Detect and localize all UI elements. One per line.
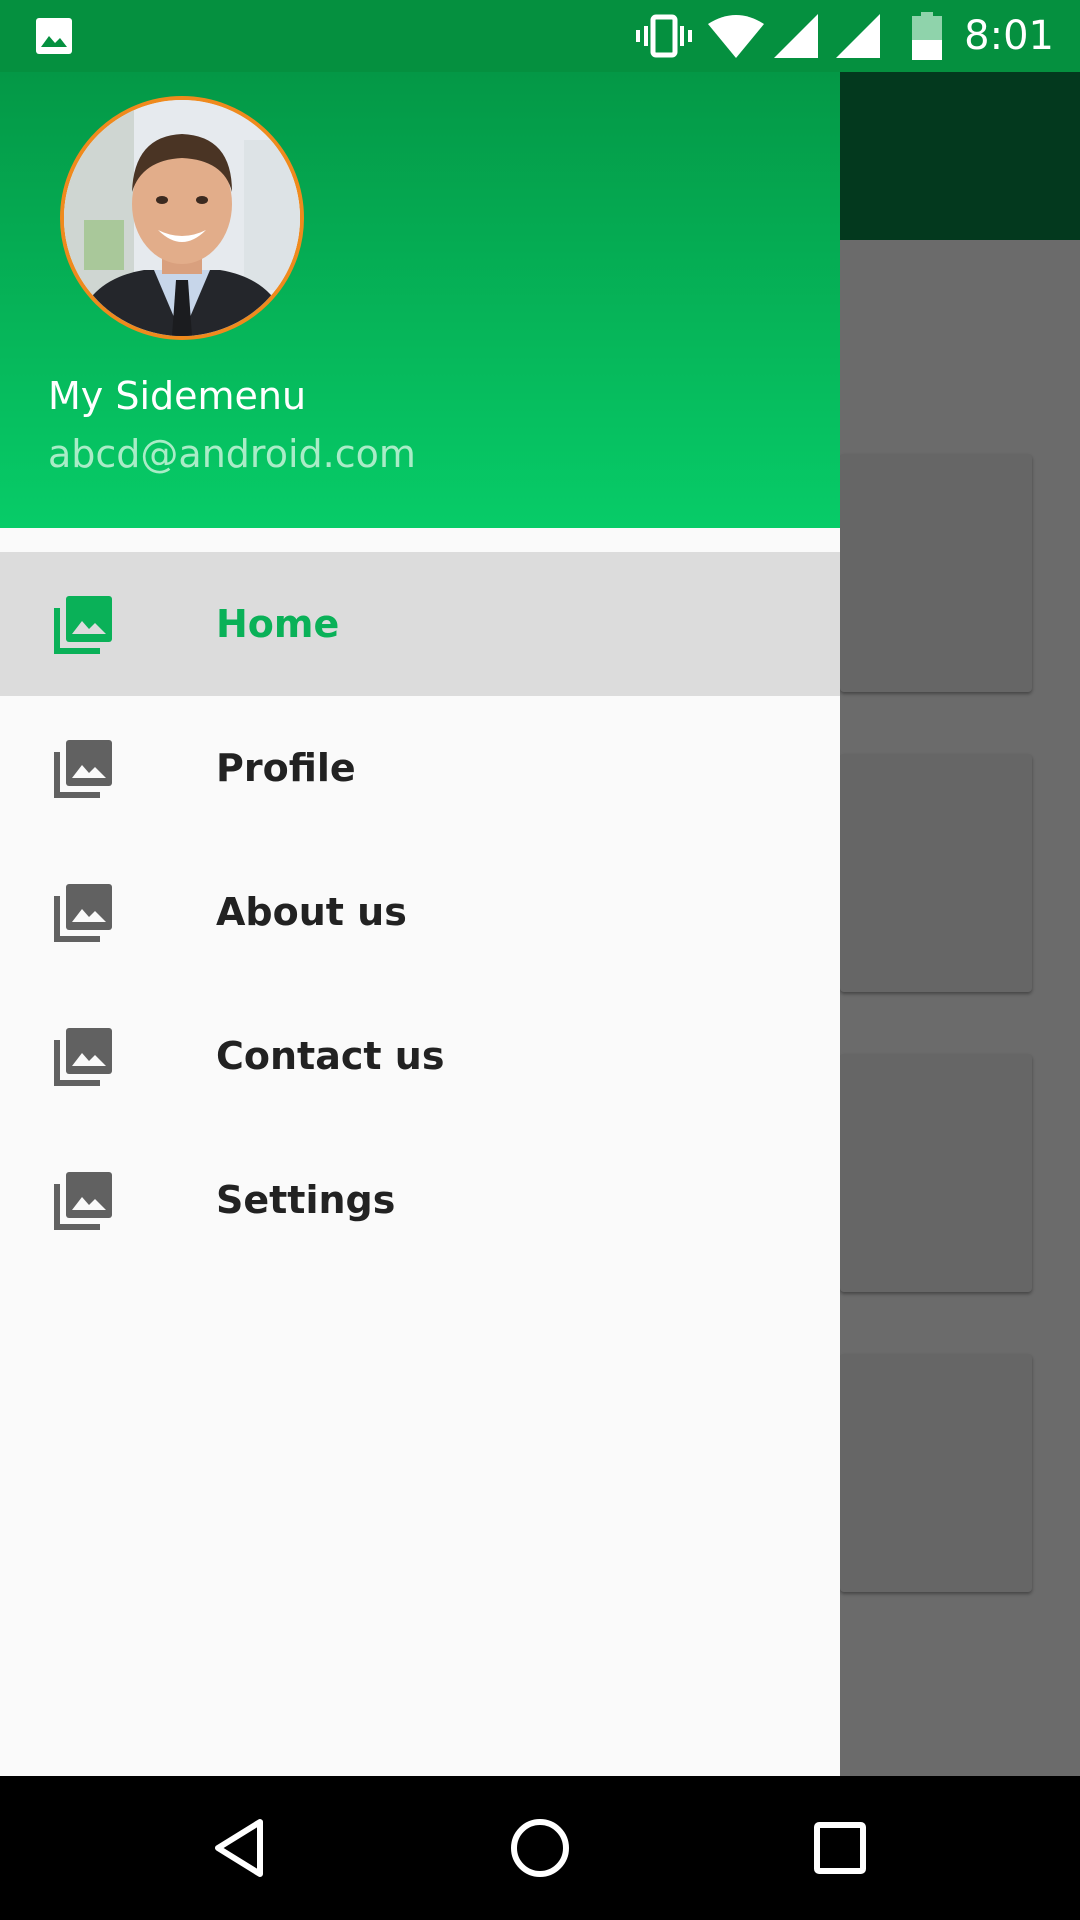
menu-item-home[interactable]: Home — [0, 552, 840, 696]
menu-item-about-us[interactable]: About us — [0, 840, 840, 984]
menu-item-profile[interactable]: Profile — [0, 696, 840, 840]
drawer-header: My Sidemenu abcd@android.com — [0, 72, 840, 528]
wifi-icon — [708, 14, 764, 62]
gallery-notification-icon — [34, 16, 74, 60]
status-bar: 8:01 — [0, 0, 1080, 72]
recents-icon[interactable] — [804, 1812, 876, 1884]
avatar[interactable] — [60, 96, 304, 340]
home-icon[interactable] — [504, 1812, 576, 1884]
background-card — [840, 454, 1032, 692]
navigation-drawer: My Sidemenu abcd@android.com Home Profil… — [0, 72, 840, 1776]
cell-signal-icon — [836, 14, 880, 62]
background-card — [840, 1354, 1032, 1592]
photo-library-icon — [52, 594, 114, 656]
menu-item-label: Home — [216, 602, 340, 646]
header-email: abcd@android.com — [48, 432, 416, 476]
status-clock: 8:01 — [964, 13, 1054, 59]
photo-library-icon — [52, 738, 114, 800]
background-card — [840, 754, 1032, 992]
photo-library-icon — [52, 882, 114, 944]
photo-library-icon — [52, 1026, 114, 1088]
photo-library-icon — [52, 1170, 114, 1232]
drawer-menu: Home Profile About us Contact us Setting… — [0, 552, 840, 1272]
screen: 8:01 My Sidemenu abcd@android.com Home P… — [0, 0, 1080, 1920]
battery-icon — [912, 12, 942, 64]
menu-item-contact-us[interactable]: Contact us — [0, 984, 840, 1128]
cell-signal-icon — [774, 14, 818, 62]
menu-item-label: Profile — [216, 746, 356, 790]
back-icon[interactable] — [204, 1812, 276, 1884]
avatar-photo-icon — [64, 100, 300, 336]
menu-item-label: About us — [216, 890, 407, 934]
header-name: My Sidemenu — [48, 374, 307, 418]
menu-item-label: Settings — [216, 1178, 396, 1222]
navigation-bar — [0, 1776, 1080, 1920]
background-card — [840, 1054, 1032, 1292]
menu-item-label: Contact us — [216, 1034, 445, 1078]
menu-item-settings[interactable]: Settings — [0, 1128, 840, 1272]
vibrate-icon — [636, 14, 692, 62]
